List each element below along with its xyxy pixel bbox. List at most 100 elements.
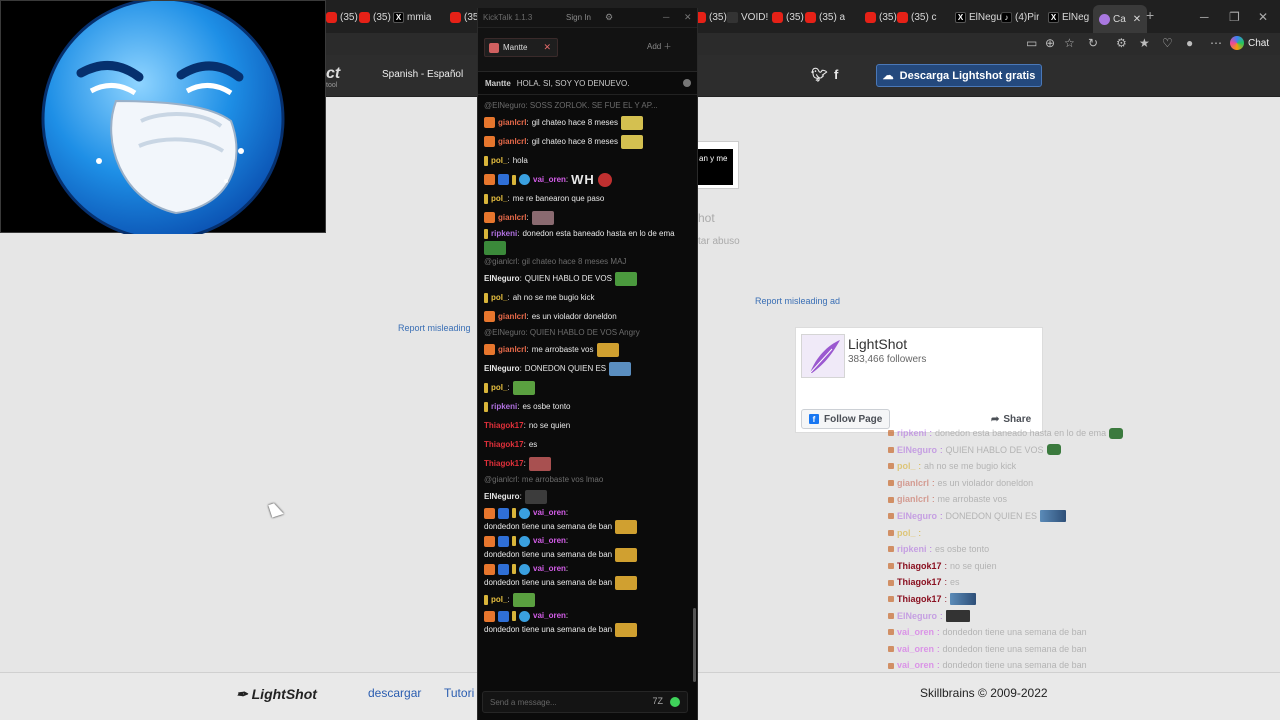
footer-link-download[interactable]: descargar	[368, 686, 421, 700]
close-tab-icon[interactable]: ✕	[1133, 14, 1141, 25]
chat-message[interactable]: pol_: hola	[478, 151, 692, 170]
minimize-icon[interactable]: ─	[1200, 10, 1209, 24]
chat-message[interactable]: Thiagok17: no se quien	[478, 416, 692, 435]
chat-username[interactable]: ripkeni	[491, 227, 517, 241]
kt-minimize-icon[interactable]: ─	[663, 12, 669, 22]
chat-message[interactable]: pol_:	[478, 590, 692, 609]
chat-username[interactable]: gianlcrl	[498, 135, 526, 149]
chat-message[interactable]: pol_: ah no se me bugio kick	[478, 288, 692, 307]
follow-page-button[interactable]: f Follow Page	[801, 409, 891, 429]
chat-username[interactable]: ripkeni	[491, 400, 517, 414]
copilot-chat-button[interactable]: Chat	[1230, 35, 1269, 51]
report-misleading-ad-link-2[interactable]: Report misleading	[398, 323, 471, 333]
browser-tab[interactable]: VOID!	[727, 8, 768, 26]
chat-username[interactable]: gianlcrl	[498, 310, 526, 324]
message-input[interactable]: Send a message... 7Z	[482, 691, 688, 713]
report-misleading-ad-link[interactable]: Report misleading ad	[755, 296, 840, 306]
site-logo[interactable]: ct	[326, 65, 340, 83]
chat-username[interactable]: pol_	[491, 593, 507, 607]
restore-icon[interactable]: ❐	[1229, 10, 1240, 24]
chat-message[interactable]: gianlcrl: me arrobaste vos	[478, 340, 692, 359]
chat-message[interactable]: ripkeni: donedon esta baneado hasta en lo…	[478, 227, 692, 255]
chat-message[interactable]: vai_oren: WH	[478, 170, 692, 189]
overlay-username: ElNeguro	[897, 510, 938, 521]
chat-username[interactable]: gianlcrl	[498, 116, 526, 130]
browser-tab[interactable]: (35) c	[897, 8, 937, 26]
chat-message[interactable]: Thiagok17:	[478, 454, 692, 473]
chat-scrollbar[interactable]	[693, 608, 696, 682]
chat-message[interactable]: ripkeni: es osbe tonto	[478, 397, 692, 416]
add-channel-button[interactable]: Add ＋	[647, 41, 671, 52]
chat-message[interactable]: ElNeguro: DONEDON QUIEN ES	[478, 359, 692, 378]
extensions-icon[interactable]: ⚙	[1116, 36, 1127, 50]
chat-username[interactable]: ElNeguro	[484, 362, 520, 376]
chat-username[interactable]: Thiagok17	[484, 438, 524, 452]
close-tab-icon[interactable]: ✕	[543, 42, 551, 53]
screen-icon[interactable]: ▭	[1026, 36, 1037, 50]
browser-tab[interactable]: Xmmia	[393, 8, 431, 26]
settings-gear-icon[interactable]: ⚙	[605, 12, 613, 23]
kt-close-icon[interactable]: ✕	[684, 12, 692, 23]
emote-picker-icon[interactable]: 7Z	[652, 696, 663, 706]
chat-username[interactable]: vai_oren	[533, 534, 566, 548]
twitter-icon[interactable]: 🐦︎	[811, 67, 828, 83]
chat-username[interactable]: ElNeguro	[484, 490, 520, 504]
close-window-icon[interactable]: ✕	[1258, 10, 1268, 24]
sign-in-button[interactable]: Sign In	[566, 13, 591, 22]
chat-message[interactable]: gianlcrl: gil chateo hace 8 meses	[478, 113, 692, 132]
chat-message[interactable]: gianlcrl: gil chateo hace 8 meses	[478, 132, 692, 151]
send-icon[interactable]	[670, 697, 680, 707]
chat-message[interactable]: gianlcrl: es un violador doneldon	[478, 307, 692, 326]
x-icon: X	[1048, 11, 1059, 23]
facebook-page-name[interactable]: LightShot	[848, 336, 907, 352]
language-select[interactable]: Spanish - Español	[382, 69, 463, 80]
user-icon[interactable]	[683, 79, 691, 87]
footer-link-tutorial[interactable]: Tutori	[444, 686, 474, 700]
pin-badge-icon	[484, 382, 488, 393]
download-button[interactable]: ☁ Descarga Lightshot gratis	[876, 64, 1042, 87]
chat-username[interactable]: pol_	[491, 192, 507, 206]
chat-message[interactable]: Thiagok17: es	[478, 435, 692, 454]
chat-message[interactable]: vai_oren: dondedon tiene una semana de ba…	[478, 534, 692, 562]
chat-message[interactable]: vai_oren: dondedon tiene una semana de ba…	[478, 562, 692, 590]
chat-username[interactable]: Thiagok17	[484, 457, 524, 471]
chat-username[interactable]: gianlcrl	[498, 343, 526, 357]
chat-message[interactable]: vai_oren: dondedon tiene una semana de ba…	[478, 506, 692, 534]
browser-tab[interactable]: (35) a	[805, 8, 845, 26]
chat-tab-mantte[interactable]: Mantte ✕	[484, 38, 558, 57]
chat-username[interactable]: vai_oren	[533, 173, 566, 187]
browser-tab[interactable]: ♪ (4)Pir	[1001, 8, 1039, 26]
chat-message[interactable]: gianlcrl:	[478, 208, 692, 227]
report-abuse-fragment[interactable]: tar abuso	[698, 236, 740, 247]
chat-username[interactable]: Thiagok17	[484, 419, 524, 433]
favorites-icon[interactable]: ★	[1139, 36, 1150, 50]
new-tab-button[interactable]: +	[1146, 7, 1154, 23]
chat-username[interactable]: vai_oren	[533, 562, 566, 576]
browser-tab[interactable]: X ElNeg	[1048, 8, 1089, 26]
chat-username[interactable]: vai_oren	[533, 609, 566, 623]
ad-snippet[interactable]: an y me	[697, 149, 733, 185]
heart-icon[interactable]: ♡	[1162, 36, 1173, 50]
chat-username[interactable]: pol_	[491, 381, 507, 395]
facebook-icon[interactable]: f	[834, 67, 838, 82]
footer-logo[interactable]: ✒ LightShot	[236, 686, 317, 703]
chat-username[interactable]: vai_oren	[533, 506, 566, 520]
chat-message[interactable]: vai_oren: dondedon tiene una semana de ba…	[478, 609, 692, 637]
zoom-icon[interactable]: ⊕	[1045, 36, 1055, 50]
chat-message[interactable]: ElNeguro: QUIEN HABLO DE VOS	[478, 269, 692, 288]
profile-avatar-icon[interactable]: ●	[1186, 36, 1193, 50]
chat-username[interactable]: ElNeguro	[484, 272, 520, 286]
chat-message[interactable]: ElNeguro:	[478, 487, 692, 506]
more-menu-icon[interactable]: ⋯	[1210, 36, 1222, 50]
favorite-star-icon[interactable]: ☆	[1064, 36, 1075, 50]
chat-message-list[interactable]: @ElNeguro: SOSS ZORLOK. SE FUE EL Y AP..…	[478, 99, 692, 681]
chat-username[interactable]: pol_	[491, 154, 507, 168]
browser-tab[interactable]: Ca ✕	[1093, 5, 1148, 33]
chat-username[interactable]: pol_	[491, 291, 507, 305]
chat-message[interactable]: pol_:	[478, 378, 692, 397]
chat-message[interactable]: pol_: me re banearon que paso	[478, 189, 692, 208]
chat-username[interactable]: gianlcrl	[498, 211, 526, 225]
refresh-icon[interactable]: ↻	[1088, 36, 1098, 50]
browser-tab[interactable]: X ElNegu	[955, 8, 1002, 26]
lightshot-feather-logo[interactable]	[801, 334, 845, 378]
